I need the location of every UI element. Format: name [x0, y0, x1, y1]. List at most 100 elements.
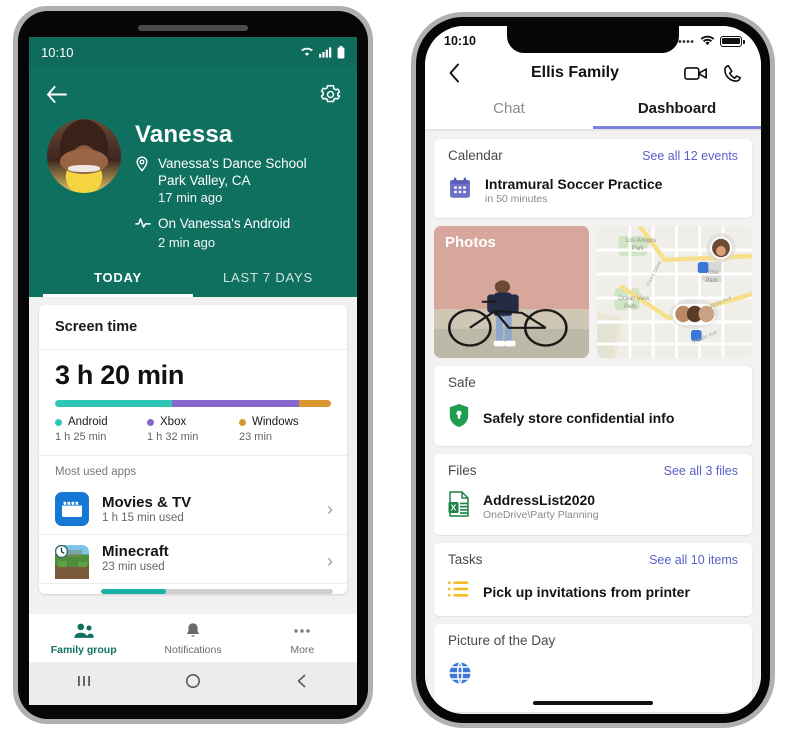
event-title: Intramural Soccer Practice: [485, 176, 663, 192]
android-system-nav: [29, 662, 357, 705]
screen-time-total: 3 h 20 min: [55, 360, 185, 390]
video-camera-icon[interactable]: [683, 60, 709, 86]
movies-and-tv-icon: [55, 492, 89, 526]
nav-item-notifications[interactable]: Notifications: [138, 621, 247, 656]
earpiece-speaker: [138, 25, 248, 31]
page-title: Vanessa: [135, 121, 233, 148]
app-usage: 23 min used: [102, 561, 165, 573]
location-timestamp: 17 min ago: [158, 190, 223, 205]
wifi-icon: [700, 35, 715, 46]
tab-chat[interactable]: Chat: [425, 94, 593, 129]
bell-icon: [138, 621, 247, 641]
list-item[interactable]: Minecraft 23 min used ›: [39, 535, 347, 584]
status-time: 10:10: [444, 34, 476, 48]
chevron-left-icon[interactable]: [441, 60, 467, 86]
back-arrow-icon[interactable]: [43, 81, 69, 107]
battery-icon: [337, 45, 345, 58]
back-icon[interactable]: [248, 673, 357, 694]
legend-value: 23 min: [239, 431, 273, 443]
location-block: Vanessa's Dance School Park Valley, CA 1…: [135, 155, 343, 205]
screen-time-legend: Android 1 h 25 min Xbox 1 h 32 min Windo…: [55, 416, 331, 443]
calendar-card: Calendar See all 12 events Intramural So…: [434, 139, 752, 218]
event-time: in 50 minutes: [485, 193, 548, 205]
task-title: Pick up invitations from printer: [483, 583, 690, 600]
ios-dashboard-content: Calendar See all 12 events Intramural So…: [425, 131, 761, 714]
android-profile-header: Vanessa Vanessa's Dance School Park Vall…: [29, 67, 357, 297]
location-pin-icon: [135, 156, 150, 176]
file-name: AddressList2020: [483, 492, 596, 508]
see-all-tasks-link[interactable]: See all 10 items: [649, 553, 738, 567]
nav-item-family-group[interactable]: Family group: [29, 621, 138, 656]
files-card-title: Files: [448, 463, 477, 478]
activity-block: On Vanessa's Android 2 min ago: [135, 215, 343, 250]
list-item[interactable]: Movies & TV 1 h 15 min used ›: [39, 484, 347, 535]
ios-title-bar: Ellis Family: [425, 56, 761, 94]
svg-text:Park: Park: [706, 278, 718, 284]
status-icons: [300, 45, 345, 59]
android-status-bar: 10:10: [29, 37, 357, 67]
home-icon[interactable]: [138, 673, 247, 694]
activity-text: On Vanessa's Android: [158, 216, 291, 231]
ios-phone-bezel: 10:10 Ellis Family Chat Dashboard Calend…: [416, 17, 770, 723]
activity-pulse-icon: [135, 216, 151, 234]
wifi-icon: [301, 47, 313, 57]
location-line-2: Park Valley, CA: [158, 173, 251, 188]
cellular-signal-icon: [319, 47, 332, 58]
photo-bike-figure: [448, 280, 569, 347]
nav-item-more[interactable]: More: [248, 621, 357, 656]
device-notch: [507, 26, 679, 53]
svg-text:Ocean View: Ocean View: [618, 296, 650, 302]
tab-last-7-days[interactable]: LAST 7 DAYS: [193, 270, 343, 297]
android-phone-frame: 10:10 Vanessa Vanessa's Dance School Par…: [13, 6, 373, 724]
nav-label: Family group: [50, 644, 117, 656]
android-bottom-nav: Family group Notifications More: [29, 614, 357, 662]
bar-segment-android: [55, 400, 173, 407]
tab-today[interactable]: TODAY: [43, 270, 193, 297]
most-used-apps-label: Most used apps: [55, 466, 137, 478]
gear-icon[interactable]: [317, 81, 343, 107]
ios-tabs: Chat Dashboard: [425, 94, 761, 129]
tab-dashboard[interactable]: Dashboard: [593, 94, 761, 129]
see-all-files-link[interactable]: See all 3 files: [664, 464, 738, 478]
chevron-right-icon[interactable]: ›: [327, 499, 333, 520]
recents-icon[interactable]: [29, 673, 138, 694]
legend-item: Xbox 1 h 32 min: [147, 416, 239, 443]
calendar-event-row[interactable]: Intramural Soccer Practice in 50 minutes: [434, 170, 752, 218]
more-dots-icon: [248, 621, 357, 641]
see-all-events-link[interactable]: See all 12 events: [642, 149, 738, 163]
minecraft-icon: [55, 545, 89, 579]
excel-file-icon: X: [448, 491, 470, 522]
tasks-card-title: Tasks: [448, 552, 483, 567]
file-row[interactable]: X AddressList2020 OneDrive\Party Plannin…: [434, 485, 752, 535]
legend-dot-icon: [239, 418, 246, 426]
files-card: Files See all 3 files X AddressList2020 …: [434, 454, 752, 535]
legend-label: Android: [68, 416, 108, 428]
safe-row[interactable]: Safely store confidential info: [434, 397, 752, 446]
tasks-card: Tasks See all 10 items Pick up invitatio…: [434, 543, 752, 616]
family-group-icon: [29, 621, 138, 641]
screen-time-summary: 3 h 20 min Android 1 h 25 min Xbox 1 h 3…: [39, 350, 347, 456]
app-name: Movies & TV: [102, 494, 192, 511]
battery-icon: [720, 35, 745, 47]
task-row[interactable]: Pick up invitations from printer: [434, 574, 752, 616]
phone-icon[interactable]: [719, 60, 745, 86]
status-time: 10:10: [41, 44, 74, 60]
ios-phone-frame: 10:10 Ellis Family Chat Dashboard Calend…: [411, 12, 775, 728]
calendar-icon: [448, 176, 472, 205]
android-content: Screen time 3 h 20 min Android 1 h 25 mi…: [29, 297, 357, 614]
calendar-card-title: Calendar: [448, 148, 503, 163]
map-tile[interactable]: Los Amigos Park Ocean View Park Rose Par…: [597, 226, 752, 358]
bar-segment-windows: [299, 400, 331, 407]
avatar: [47, 119, 121, 193]
app-name: Minecraft: [102, 543, 169, 560]
task-list-icon: [448, 580, 470, 603]
svg-text:Los Amigos: Los Amigos: [626, 238, 656, 244]
screenshot-stage: 10:10 Vanessa Vanessa's Dance School Par…: [0, 0, 788, 752]
photos-tile[interactable]: Photos: [434, 226, 589, 358]
chevron-right-icon[interactable]: ›: [327, 551, 333, 572]
screen-time-card: Screen time 3 h 20 min Android 1 h 25 mi…: [39, 305, 347, 594]
legend-value: 1 h 32 min: [147, 431, 199, 443]
android-screen: 10:10 Vanessa Vanessa's Dance School Par…: [29, 37, 357, 705]
picture-of-day-card: Picture of the Day: [434, 624, 752, 712]
svg-text:X: X: [451, 503, 457, 513]
